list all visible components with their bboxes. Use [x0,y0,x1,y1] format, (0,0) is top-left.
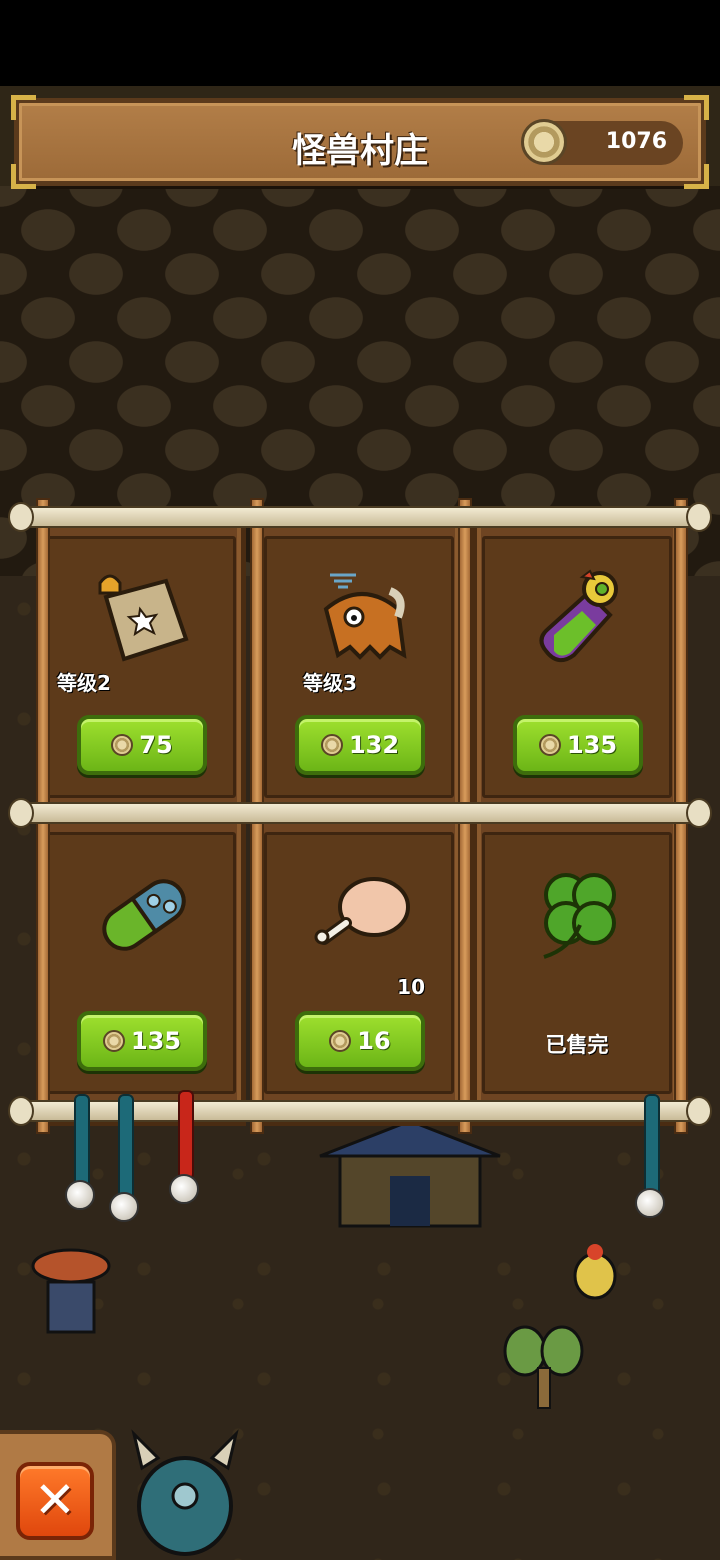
price-label: 16 [357,1027,391,1055]
capsule-pill-icon [102,879,186,951]
hanging-rope [118,1094,134,1202]
shop-slot: 135 [482,536,672,798]
coin-count: 1076 [605,129,667,154]
coin-icon [538,734,561,756]
sold-out-label: 已售完 [545,1033,609,1057]
skull-ornament [109,1192,139,1222]
close-panel: ✕ [0,1430,116,1560]
bone-rail [22,506,702,528]
buy-button[interactable]: 135 [77,1011,207,1071]
skull-ornament [169,1174,199,1204]
hanging-rope [74,1094,90,1188]
price-label: 135 [566,731,618,759]
cactus-decoration [503,1325,584,1409]
potion-bottle-icon [539,569,618,663]
coin-icon [320,734,343,756]
price-label: 75 [139,731,173,759]
skull-ornament [635,1188,665,1218]
bone-end [8,1096,34,1126]
buy-button[interactable]: 135 [513,715,643,775]
bone-end [686,502,712,532]
skull-ornament [65,1180,95,1210]
anvil-decoration [31,1248,111,1334]
bone-rail [22,802,702,824]
meat-drumstick-icon [314,877,410,945]
coin-icon [111,734,134,756]
yeti-monster-icon [323,573,407,660]
hanging-rope [178,1090,194,1180]
buy-button[interactable]: 16 [295,1011,425,1071]
price-label: 132 [348,731,400,759]
item-quantity: 10 [397,975,425,999]
treasure-map-icon [98,574,189,662]
coin-icon [102,1030,125,1052]
coin-icon [521,119,567,165]
four-leaf-clover-icon [543,873,616,959]
buy-button[interactable]: 132 [295,715,425,775]
price-label: 135 [130,1027,182,1055]
item-level: 等级3 [303,671,357,695]
shop-slot: 已售完 [482,832,672,1094]
hanging-rope [644,1094,660,1198]
coin-balance: 1076 [521,119,683,165]
item-level: 等级2 [57,671,111,695]
coin-icon [329,1030,352,1052]
title-bar: 怪兽村庄 1076 [11,95,709,189]
bone-end [8,502,34,532]
shop-board: 等级2 75 等级3 132 135 135 10 16 已售完 [8,496,712,1136]
bone-end [686,798,712,828]
bone-end [686,1096,712,1126]
bone-end [8,798,34,828]
chick-decoration [573,1244,617,1300]
close-icon: ✕ [34,1471,76,1529]
shop-slot: 等级3 132 [264,536,454,798]
shop-slot: 等级2 75 [46,536,236,798]
buy-button[interactable]: 75 [77,715,207,775]
shop-slot: 135 [46,832,236,1094]
frame-corner [11,95,36,120]
shop-slot: 10 16 [264,832,454,1094]
frame-corner [684,95,709,120]
horned-monster-decoration [131,1429,239,1556]
close-button[interactable]: ✕ [16,1462,94,1540]
